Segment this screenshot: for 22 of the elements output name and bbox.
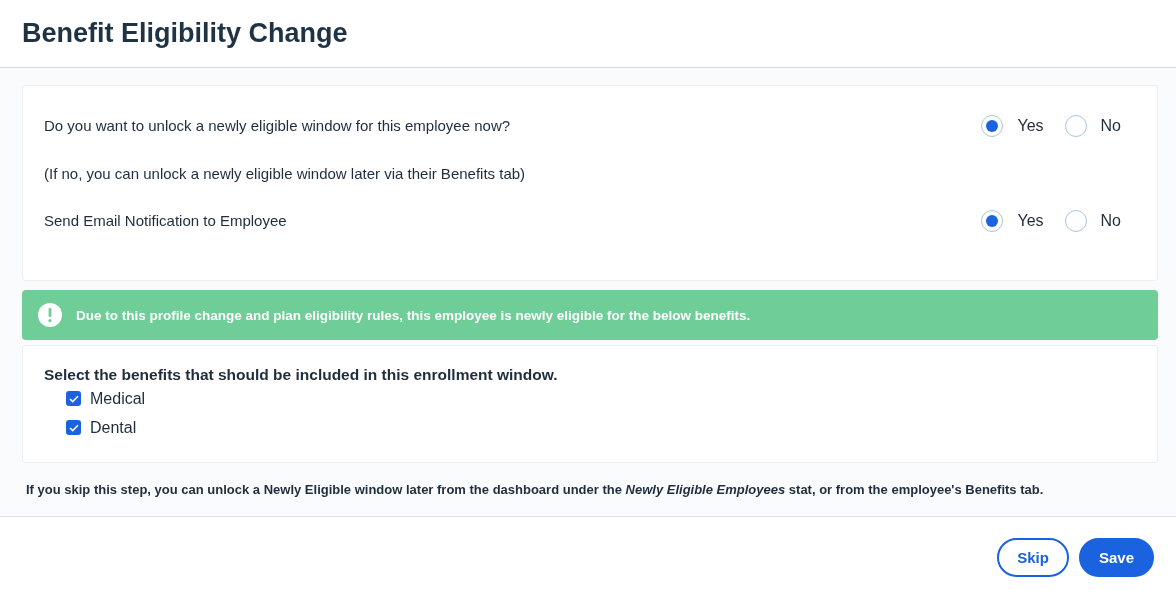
question-text: Send Email Notification to Employee [44, 212, 287, 229]
option-label: Yes [1017, 211, 1044, 230]
footnote-text: If you skip this step, you can unlock a Newly Eligible window later from the dashboard under the Newly Eligible Employees stat, or from the employee's Benefits tab. [25, 481, 1045, 497]
benefit-checkbox[interactable]: Dental [66, 413, 1136, 442]
option-label: No [1100, 116, 1121, 135]
radio-option[interactable]: No [1064, 209, 1121, 232]
question-text: Do you want to unlock a newly eligible window for this employee now? [44, 117, 511, 134]
banner-text: Due to this profile change and plan eligibility rules, this employee is newly eligible for the below benefits. [76, 307, 751, 323]
note-text: (If no, you can unlock a newly eligible window later via their Benefits tab) [44, 164, 526, 182]
alert-icon [38, 303, 62, 327]
save-button[interactable]: Save [1078, 538, 1154, 577]
radio-option[interactable]: Yes [981, 209, 1044, 232]
option-label: No [1100, 211, 1121, 230]
radio-option[interactable]: Yes [981, 114, 1044, 137]
radio-option[interactable]: No [1064, 114, 1121, 137]
page-title: Benefit Eligibility Change [22, 18, 348, 49]
benefit-checkbox[interactable]: Medical [66, 384, 1136, 413]
skip-button[interactable]: Skip [997, 538, 1069, 577]
benefits-heading: Select the benefits that should be included in this enrollment window. [44, 366, 559, 384]
option-label: Yes [1017, 116, 1044, 135]
benefit-label: Medical [90, 389, 146, 408]
benefit-label: Dental [90, 418, 137, 437]
